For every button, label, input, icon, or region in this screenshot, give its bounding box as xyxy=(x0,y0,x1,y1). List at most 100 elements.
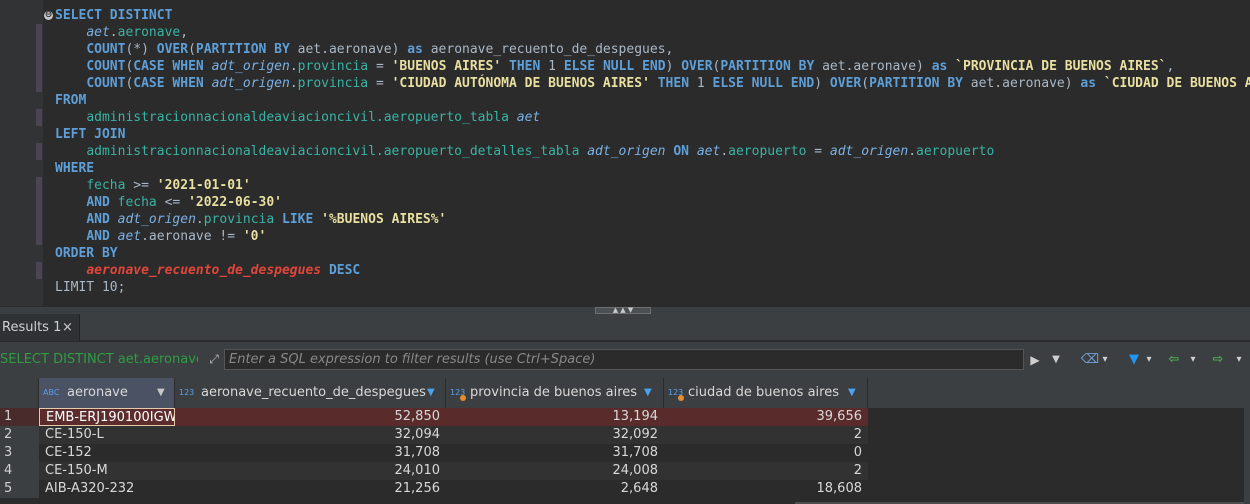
column-header-ciudad[interactable]: 123 ciudad de buenos aires ▼ xyxy=(664,378,868,408)
results-grid: ABC aeronave ▼ 123 aeronave_recuento_de_… xyxy=(0,378,1250,504)
sql-text: aet.aeronave) xyxy=(289,42,408,57)
cell-recuento[interactable]: 31,708 xyxy=(175,444,446,462)
sql-string: '2021-01-01' xyxy=(156,178,251,193)
column-header-recuento[interactable]: 123 aeronave_recuento_de_despegues ▼ xyxy=(175,378,446,408)
code-line[interactable]: aet.aeronave, xyxy=(55,24,188,41)
cell-aeronave[interactable]: CE-150-M xyxy=(39,462,175,480)
erase-filter-icon[interactable]: ⌫ xyxy=(1080,351,1100,369)
chevron-down-icon[interactable]: ▾ xyxy=(1098,351,1112,369)
sql-text: <= xyxy=(156,195,189,210)
code-line[interactable]: COUNT(CASE WHEN adt_origen.provincia = '… xyxy=(55,58,1174,75)
table-row[interactable]: 4 CE-150-M 24,010 24,008 2 xyxy=(0,462,868,480)
code-line[interactable]: AND fecha <= '2022-06-30' xyxy=(55,194,282,211)
filter-toolbar: SELECT DISTINCT aet.aeronave, ⤢ ▶ ▼ ⌫ ▾ … xyxy=(0,342,1250,378)
code-line[interactable]: COUNT(CASE WHEN adt_origen.provincia = '… xyxy=(55,75,1250,92)
cell-provincia[interactable]: 32,092 xyxy=(446,426,664,444)
tab-results-1[interactable]: Results 1 × xyxy=(0,314,80,341)
sql-keyword: COUNT xyxy=(86,76,126,91)
change-marker xyxy=(36,262,42,279)
sort-icon[interactable]: ▼ xyxy=(644,378,652,408)
grid-header: ABC aeronave ▼ 123 aeronave_recuento_de_… xyxy=(0,378,1250,408)
change-marker xyxy=(36,194,42,211)
sort-icon[interactable]: ▼ xyxy=(427,378,435,408)
chevron-down-icon[interactable]: ▾ xyxy=(1143,351,1155,369)
column-header-provincia[interactable]: 123 provincia de buenos aires ▼ xyxy=(446,378,664,408)
table-row[interactable]: 2 CE-150-L 32,094 32,092 2 xyxy=(0,426,868,444)
sort-icon[interactable]: ▼ xyxy=(848,378,856,408)
sql-text: aeronave_recuento_de_despegues, xyxy=(422,42,674,57)
cell-recuento[interactable]: 21,256 xyxy=(175,480,446,498)
code-line[interactable]: administracionnacionaldeaviacioncivil.ae… xyxy=(55,109,540,126)
code-line[interactable]: FROM xyxy=(55,92,86,109)
change-marker xyxy=(36,143,42,160)
chevron-down-icon[interactable]: ▾ xyxy=(1233,351,1245,369)
numeric-type-icon: 123 xyxy=(179,388,195,397)
code-line[interactable]: SELECT DISTINCT xyxy=(55,7,172,24)
sql-keyword: COUNT xyxy=(86,42,126,57)
table-row[interactable]: 3 CE-152 31,708 31,708 0 xyxy=(0,444,868,462)
cell-provincia[interactable]: 31,708 xyxy=(446,444,664,462)
chevron-down-icon[interactable]: ▾ xyxy=(1187,351,1199,369)
code-line[interactable]: AND adt_origen.provincia LIKE '%BUENOS A… xyxy=(55,211,446,228)
sql-editor[interactable]: ⊖ SELECT DISTINCT aet.aeronave, COUNT(*)… xyxy=(0,0,1250,306)
sql-text: = xyxy=(806,144,830,159)
sql-keyword: ELSE NULL END xyxy=(712,76,815,91)
cell-recuento[interactable]: 24,010 xyxy=(175,462,446,480)
code-line[interactable]: administracionnacionaldeaviacioncivil.ae… xyxy=(55,143,994,160)
sql-text: ) xyxy=(814,76,830,91)
panel-splitter[interactable]: ▲ ▲ ▼ xyxy=(0,306,1250,314)
sql-text: 1 xyxy=(540,59,564,74)
column-header-aeronave[interactable]: ABC aeronave ▼ xyxy=(39,378,175,408)
filter-expression-input[interactable] xyxy=(224,349,1024,370)
cell-ciudad[interactable]: 39,656 xyxy=(664,408,868,426)
cell-recuento[interactable]: 52,850 xyxy=(175,408,446,426)
arrow-right-icon[interactable]: ⇨ xyxy=(1209,351,1227,369)
sql-keyword: OVER xyxy=(829,76,862,91)
sql-keyword: WHERE xyxy=(55,161,95,176)
sql-identifier: fecha xyxy=(117,195,157,210)
code-line[interactable]: aeronave_recuento_de_despegues DESC xyxy=(55,262,360,279)
arrow-left-icon[interactable]: ⇦ xyxy=(1165,351,1183,369)
code-line[interactable]: LIMIT 10; xyxy=(55,279,125,296)
table-row[interactable]: 5 AIB-A320-232 21,256 2,648 18,608 xyxy=(0,480,868,498)
sql-keyword: as xyxy=(931,59,948,74)
sort-icon[interactable]: ▼ xyxy=(157,378,165,408)
close-icon[interactable]: × xyxy=(62,314,73,341)
cell-provincia[interactable]: 24,008 xyxy=(446,462,664,480)
row-number: 1 xyxy=(0,408,39,426)
cell-ciudad[interactable]: 2 xyxy=(664,462,868,480)
cell-provincia[interactable]: 2,648 xyxy=(446,480,664,498)
change-marker xyxy=(36,41,42,58)
table-row[interactable]: 1 EMB-ERJ190100IGW 52,850 13,194 39,656 xyxy=(0,408,868,426)
cell-ciudad[interactable]: 0 xyxy=(664,444,868,462)
funnel-icon[interactable]: ▼ xyxy=(1126,351,1142,369)
code-line[interactable]: ORDER BY xyxy=(55,245,118,262)
expand-icon[interactable]: ⤢ xyxy=(206,351,222,367)
sql-text: = xyxy=(368,76,392,91)
column-header-label: aeronave_recuento_de_despegues xyxy=(201,385,426,400)
cell-aeronave[interactable]: CE-152 xyxy=(39,444,175,462)
cell-ciudad[interactable]: 18,608 xyxy=(664,480,868,498)
cell-aeronave[interactable]: EMB-ERJ190100IGW xyxy=(39,408,175,426)
code-line[interactable]: WHERE xyxy=(55,160,94,177)
cell-aeronave[interactable]: AIB-A320-232 xyxy=(39,480,175,498)
cell-aeronave[interactable]: CE-150-L xyxy=(39,426,175,444)
code-line[interactable]: COUNT(*) OVER(PARTITION BY aet.aeronave)… xyxy=(55,41,673,58)
cell-recuento[interactable]: 32,094 xyxy=(175,426,446,444)
row-number: 4 xyxy=(0,462,39,480)
chevron-up-down-icon[interactable]: ▲ ▲ ▼ xyxy=(595,307,651,314)
fold-collapse-icon[interactable]: ⊖ xyxy=(44,11,53,20)
sql-alias: adt_origen xyxy=(211,76,290,91)
apply-filter-icon[interactable]: ▶ xyxy=(1028,351,1042,369)
cell-ciudad[interactable]: 2 xyxy=(664,426,868,444)
filter-history-dropdown-icon[interactable]: ▼ xyxy=(1047,351,1065,369)
sql-text: >= xyxy=(125,178,157,193)
code-line[interactable]: AND aet.aeronave != '0' xyxy=(55,228,266,245)
cell-provincia[interactable]: 13,194 xyxy=(446,408,664,426)
code-line[interactable]: fecha >= '2021-01-01' xyxy=(55,177,251,194)
grid-side-panel xyxy=(1244,378,1250,504)
code-line[interactable]: LEFT JOIN xyxy=(55,126,125,143)
